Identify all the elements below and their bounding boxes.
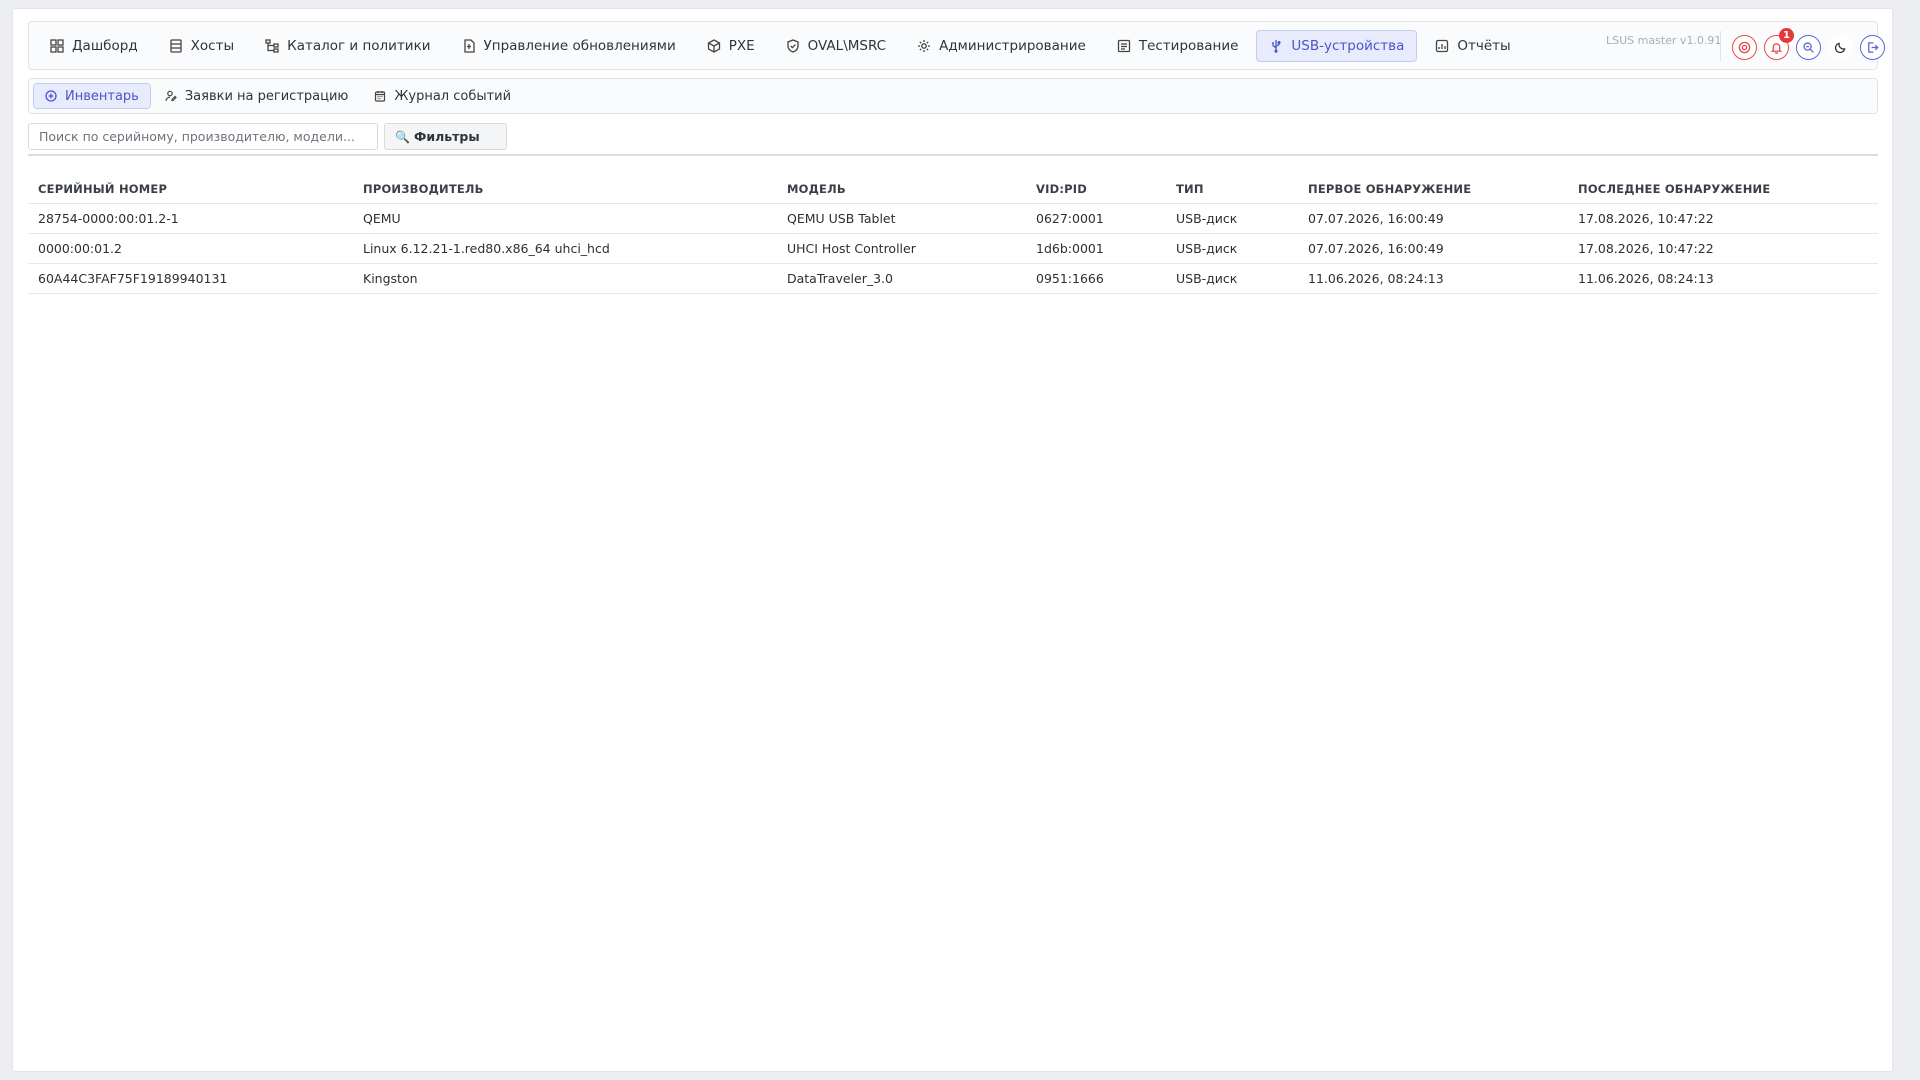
nav-label: Отчёты [1457, 37, 1511, 54]
search-icon: 🔍 [395, 129, 410, 144]
notifications-button[interactable]: 1 [1764, 28, 1794, 60]
server-icon [170, 38, 182, 53]
column-header-serial[interactable]: СЕРИЙНЫЙ НОМЕР [28, 175, 353, 204]
main-nav: Дашборд Хосты Каталог и политики Управле… [28, 21, 1885, 70]
report-icon [1436, 39, 1449, 52]
nav-catalog[interactable]: Каталог и политики [252, 30, 443, 62]
tab-label: Инвентарь [65, 88, 139, 104]
column-header-type[interactable]: ТИП [1166, 175, 1298, 204]
nav-label: OVAL\MSRC [807, 37, 887, 54]
nav-pxe[interactable]: PXE [694, 30, 768, 62]
table-row[interactable]: 60A44C3FAF75F19189940131 Kingston DataTr… [28, 263, 1878, 294]
box-icon [707, 38, 720, 53]
calendar-icon [375, 91, 386, 102]
cell-vidpid: 0627:0001 [1026, 203, 1166, 234]
app-window: Дашборд Хосты Каталог и политики Управле… [12, 8, 1893, 1072]
user-edit-icon [165, 90, 177, 102]
cell-model: DataTraveler_3.0 [777, 263, 1026, 294]
column-header-last-seen[interactable]: ПОСЛЕДНЕЕ ОБНАРУЖЕНИЕ [1568, 175, 1878, 204]
cell-serial: 0000:00:01.2 [28, 233, 353, 264]
theme-toggle-button[interactable] [1828, 35, 1853, 60]
tree-icon [265, 38, 279, 53]
logout-icon [1868, 42, 1879, 53]
cell-first-seen: 07.07.2026, 16:00:49 [1298, 203, 1568, 234]
nav-admin[interactable]: Администрирование [904, 30, 1099, 62]
logout-button[interactable] [1860, 35, 1885, 60]
tab-event-log[interactable]: Журнал событий [362, 83, 523, 109]
cell-first-seen: 11.06.2026, 08:24:13 [1298, 263, 1568, 294]
cell-model: QEMU USB Tablet [777, 203, 1026, 234]
nav-label: Дашборд [72, 37, 138, 54]
nav-hosts[interactable]: Хосты [156, 30, 247, 62]
nav-usb-devices[interactable]: USB-устройства [1256, 29, 1418, 62]
gear-icon [918, 39, 931, 52]
column-header-vidpid[interactable]: VID:PID [1026, 175, 1166, 204]
nav-label: Управление обновлениями [483, 37, 676, 54]
notification-badge: 1 [1779, 28, 1794, 43]
toolbar-divider [28, 154, 1878, 156]
nav-label: Тестирование [1138, 37, 1239, 54]
cell-vendor: Linux 6.12.21-1.red80.x86_64 uhci_hcd [353, 233, 777, 264]
cell-model: UHCI Host Controller [777, 233, 1026, 264]
nav-divider [1720, 31, 1721, 61]
tab-label: Заявки на регистрацию [184, 88, 349, 104]
global-search-button[interactable] [1796, 35, 1821, 60]
nav-dashboard[interactable]: Дашборд [37, 30, 151, 62]
filters-label: Фильтры [413, 129, 480, 144]
table-row[interactable]: 28754-0000:00:01.2-1 QEMU QEMU USB Table… [28, 203, 1878, 234]
search-icon [1803, 42, 1814, 53]
nav-reports[interactable]: Отчёты [1422, 30, 1523, 62]
usb-inventory-table: СЕРИЙНЫЙ НОМЕР ПРОИЗВОДИТЕЛЬ МОДЕЛЬ VID:… [28, 175, 1878, 294]
nav-updates[interactable]: Управление обновлениями [449, 30, 689, 62]
filters-button[interactable]: 🔍 Фильтры [384, 123, 507, 150]
table-row[interactable]: 0000:00:01.2 Linux 6.12.21-1.red80.x86_6… [28, 233, 1878, 264]
usb-subtabs: Инвентарь Заявки на регистрацию Журнал с… [28, 78, 1878, 114]
cell-serial: 28754-0000:00:01.2-1 [28, 203, 353, 234]
help-button[interactable] [1732, 35, 1757, 60]
dashboard-icon [50, 38, 64, 53]
cell-last-seen: 17.08.2026, 10:47:22 [1568, 203, 1878, 234]
moon-icon [1834, 42, 1846, 54]
file-update-icon [463, 38, 475, 53]
column-header-first-seen[interactable]: ПЕРВОЕ ОБНАРУЖЕНИЕ [1298, 175, 1568, 204]
usb-icon [1272, 39, 1281, 53]
nav-label: Администрирование [939, 37, 1086, 54]
cell-vidpid: 0951:1666 [1026, 263, 1166, 294]
cell-last-seen: 17.08.2026, 10:47:22 [1568, 233, 1878, 264]
nav-testing[interactable]: Тестирование [1104, 30, 1252, 62]
cell-type: USB-диск [1166, 233, 1298, 264]
tab-inventory[interactable]: Инвентарь [33, 83, 151, 109]
nav-label: Хосты [190, 37, 235, 54]
checklist-icon [1117, 39, 1130, 52]
cell-vendor: Kingston [353, 263, 777, 294]
plus-circle-icon [45, 90, 57, 102]
cell-serial: 60A44C3FAF75F19189940131 [28, 263, 353, 294]
search-input[interactable] [28, 123, 378, 150]
cell-vendor: QEMU [353, 203, 777, 234]
shield-icon [787, 38, 799, 53]
nav-label: Каталог и политики [287, 37, 431, 54]
bell-icon [1770, 43, 1783, 54]
tab-registration-requests[interactable]: Заявки на регистрацию [153, 83, 361, 109]
tab-label: Журнал событий [394, 88, 512, 104]
cell-type: USB-диск [1166, 203, 1298, 234]
lifebuoy-icon [1738, 41, 1751, 54]
cell-last-seen: 11.06.2026, 08:24:13 [1568, 263, 1878, 294]
nav-label: PXE [728, 37, 755, 54]
cell-type: USB-диск [1166, 263, 1298, 294]
column-header-vendor[interactable]: ПРОИЗВОДИТЕЛЬ [353, 175, 777, 204]
cell-first-seen: 07.07.2026, 16:00:49 [1298, 233, 1568, 264]
app-version: LSUS master v1.0.91 [1606, 34, 1722, 47]
cell-vidpid: 1d6b:0001 [1026, 233, 1166, 264]
column-header-model[interactable]: МОДЕЛЬ [777, 175, 1026, 204]
table-header-row: СЕРИЙНЫЙ НОМЕР ПРОИЗВОДИТЕЛЬ МОДЕЛЬ VID:… [28, 175, 1878, 204]
nav-oval-msrc[interactable]: OVAL\MSRC [773, 30, 899, 62]
nav-label: USB-устройства [1291, 37, 1405, 54]
